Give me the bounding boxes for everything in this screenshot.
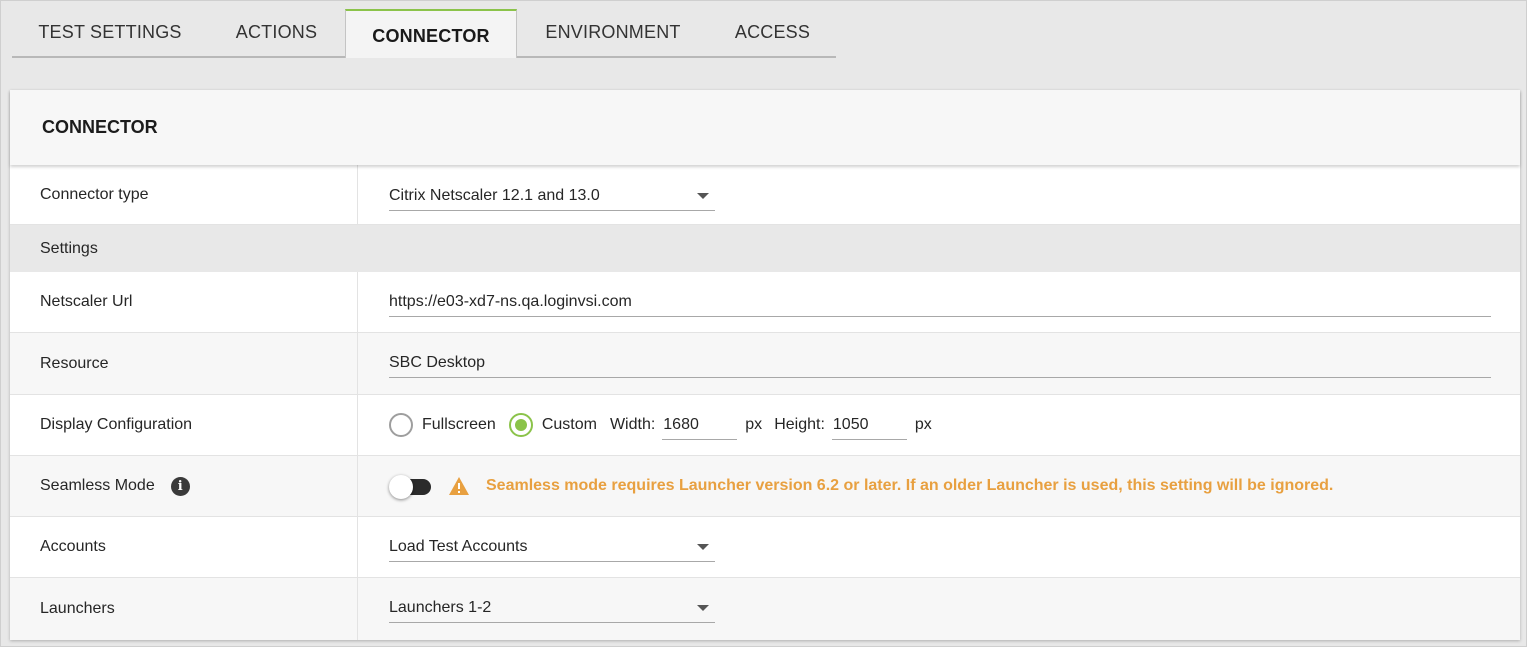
- seamless-mode-toggle[interactable]: [389, 474, 433, 499]
- fullscreen-label: Fullscreen: [422, 416, 496, 433]
- chevron-down-icon: [697, 605, 709, 611]
- netscaler-url-input[interactable]: https://e03-xd7-ns.qa.loginvsi.com: [389, 287, 1491, 317]
- height-value: 1050: [832, 415, 869, 433]
- connector-type-value: Citrix Netscaler 12.1 and 13.0: [389, 186, 600, 204]
- settings-section-header: Settings: [10, 225, 1520, 272]
- width-unit: px: [745, 416, 763, 433]
- launchers-label: Launchers: [10, 578, 358, 640]
- resource-row: Resource SBC Desktop: [10, 333, 1520, 395]
- tab-test-settings[interactable]: TEST SETTINGS: [12, 9, 208, 58]
- launchers-value: Launchers 1-2: [389, 598, 492, 616]
- connector-type-label: Connector type: [10, 165, 358, 224]
- seamless-warning-text: Seamless mode requires Launcher version …: [486, 477, 1334, 494]
- connector-type-cell: Citrix Netscaler 12.1 and 13.0: [358, 165, 1520, 224]
- seamless-mode-label: Seamless Mode: [40, 477, 155, 494]
- resource-value: SBC Desktop: [389, 353, 486, 371]
- seamless-mode-cell: Seamless mode requires Launcher version …: [358, 456, 1520, 516]
- width-label: Width:: [609, 416, 656, 433]
- app-frame: TEST SETTINGS ACTIONS CONNECTOR ENVIRONM…: [0, 0, 1527, 647]
- launchers-select[interactable]: Launchers 1-2: [389, 593, 715, 623]
- resource-label: Resource: [10, 333, 358, 394]
- tab-connector[interactable]: CONNECTOR: [345, 9, 517, 58]
- custom-radio[interactable]: [508, 413, 533, 437]
- netscaler-url-label: Netscaler Url: [10, 272, 358, 332]
- warning-icon: [449, 477, 469, 495]
- toggle-thumb: [389, 475, 413, 499]
- display-radio-group: Fullscreen Custom Width: 1680 px Height:…: [389, 410, 932, 440]
- width-value: 1680: [663, 415, 699, 433]
- netscaler-url-cell: https://e03-xd7-ns.qa.loginvsi.com: [358, 272, 1520, 332]
- height-input[interactable]: 1050: [831, 410, 907, 440]
- tab-environment[interactable]: ENVIRONMENT: [517, 9, 709, 58]
- width-input[interactable]: 1680: [662, 410, 738, 440]
- info-icon[interactable]: i: [170, 476, 190, 496]
- display-configuration-cell: Fullscreen Custom Width: 1680 px Height:…: [358, 395, 1520, 455]
- accounts-row: Accounts Load Test Accounts: [10, 517, 1520, 578]
- height-unit: px: [914, 416, 932, 433]
- seamless-warning: Seamless mode requires Launcher version …: [448, 476, 1333, 496]
- height-label: Height:: [774, 416, 825, 433]
- fullscreen-radio[interactable]: [389, 413, 413, 437]
- connector-card: CONNECTOR Connector type Citrix Netscale…: [10, 90, 1520, 640]
- display-configuration-row: Display Configuration Fullscreen Custom …: [10, 395, 1520, 456]
- seamless-mode-label-cell: Seamless Mode i: [10, 456, 358, 516]
- settings-section-label: Settings: [40, 239, 98, 257]
- accounts-cell: Load Test Accounts: [358, 517, 1520, 577]
- seamless-mode-row: Seamless Mode i Seamless mode requires L…: [10, 456, 1520, 517]
- resource-input[interactable]: SBC Desktop: [389, 348, 1491, 378]
- tab-bar: TEST SETTINGS ACTIONS CONNECTOR ENVIRONM…: [12, 9, 836, 58]
- custom-label: Custom: [541, 416, 597, 433]
- card-header: CONNECTOR: [10, 90, 1520, 165]
- netscaler-url-row: Netscaler Url https://e03-xd7-ns.qa.logi…: [10, 272, 1520, 333]
- accounts-label: Accounts: [10, 517, 358, 577]
- card-title: CONNECTOR: [42, 117, 158, 137]
- tab-actions[interactable]: ACTIONS: [208, 9, 345, 58]
- launchers-row: Launchers Launchers 1-2: [10, 578, 1520, 640]
- connector-type-select[interactable]: Citrix Netscaler 12.1 and 13.0: [389, 181, 715, 211]
- display-configuration-label: Display Configuration: [10, 395, 358, 455]
- chevron-down-icon: [697, 544, 709, 550]
- connector-type-row: Connector type Citrix Netscaler 12.1 and…: [10, 165, 1520, 225]
- accounts-value: Load Test Accounts: [389, 537, 528, 555]
- resource-cell: SBC Desktop: [358, 333, 1520, 394]
- accounts-select[interactable]: Load Test Accounts: [389, 532, 715, 562]
- netscaler-url-value: https://e03-xd7-ns.qa.loginvsi.com: [389, 292, 632, 310]
- launchers-cell: Launchers 1-2: [358, 578, 1520, 640]
- chevron-down-icon: [697, 193, 709, 199]
- tab-access[interactable]: ACCESS: [709, 9, 836, 58]
